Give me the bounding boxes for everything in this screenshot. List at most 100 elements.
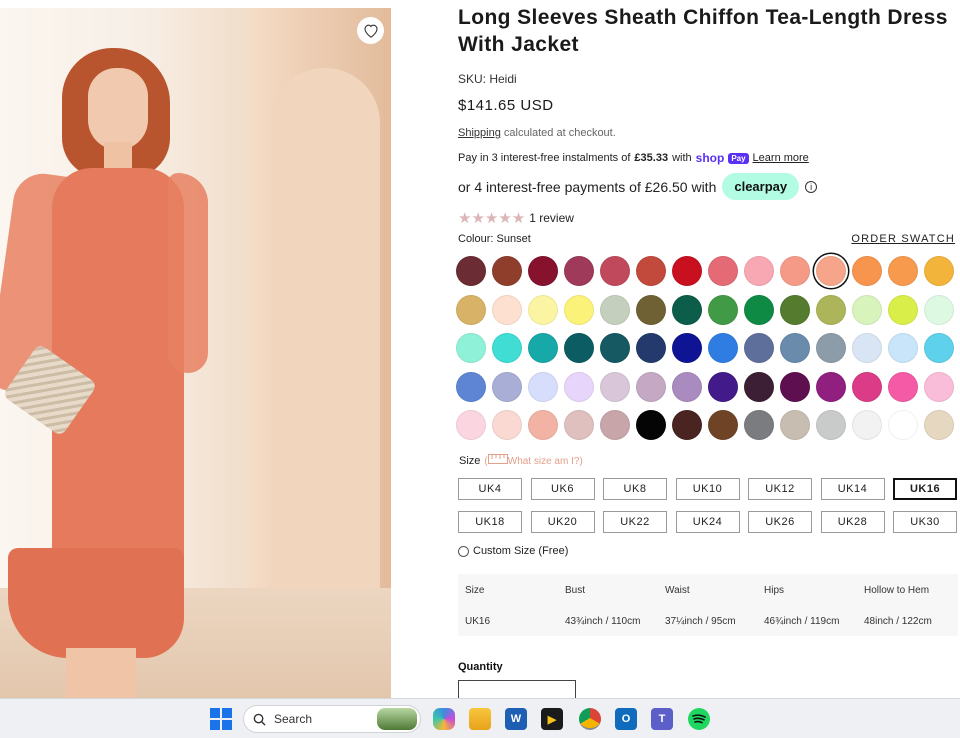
colour-swatch[interactable] <box>672 371 702 402</box>
colour-swatch[interactable] <box>636 410 666 441</box>
size-option-button[interactable]: UK26 <box>748 511 812 533</box>
colour-swatch[interactable] <box>528 256 558 286</box>
colour-swatch[interactable] <box>744 294 774 325</box>
colour-swatch[interactable] <box>780 294 810 325</box>
size-option-button[interactable]: UK22 <box>603 511 667 533</box>
colour-swatch[interactable] <box>492 256 522 286</box>
colour-swatch[interactable] <box>600 333 630 364</box>
colour-swatch[interactable] <box>924 410 954 441</box>
colour-swatch[interactable] <box>816 294 846 325</box>
colour-swatch[interactable] <box>528 333 558 364</box>
colour-swatch[interactable] <box>600 256 630 286</box>
colour-swatch[interactable] <box>564 333 594 364</box>
size-option-button[interactable]: UK16 <box>893 478 957 500</box>
rating-row[interactable]: ★★★★★ 1 review <box>458 209 574 227</box>
colour-swatch[interactable] <box>528 294 558 325</box>
colour-swatch[interactable] <box>636 256 666 286</box>
size-option-button[interactable]: UK4 <box>458 478 522 500</box>
colour-swatch[interactable] <box>816 410 846 441</box>
colour-swatch[interactable] <box>888 294 918 325</box>
colour-swatch[interactable] <box>456 410 486 441</box>
colour-swatch[interactable] <box>456 371 486 402</box>
colour-swatch[interactable] <box>888 410 918 441</box>
colour-swatch[interactable] <box>528 371 558 402</box>
colour-swatch[interactable] <box>816 256 846 286</box>
size-option-button[interactable]: UK10 <box>675 478 740 500</box>
size-option-button[interactable]: UK8 <box>603 478 667 500</box>
size-help-link[interactable]: (What size am I?) <box>484 454 583 467</box>
teams-icon[interactable]: T <box>651 708 673 730</box>
colour-swatch[interactable] <box>924 294 954 325</box>
colour-swatch[interactable] <box>492 333 522 364</box>
colour-swatch[interactable] <box>852 410 882 441</box>
colour-swatch[interactable] <box>888 256 918 286</box>
copilot-icon[interactable] <box>433 708 455 730</box>
size-option-button[interactable]: UK30 <box>893 511 957 533</box>
colour-swatch[interactable] <box>672 333 702 364</box>
colour-swatch[interactable] <box>708 371 738 402</box>
spotify-icon[interactable] <box>688 708 710 730</box>
colour-swatch[interactable] <box>456 333 486 364</box>
colour-swatch[interactable] <box>636 333 666 364</box>
colour-swatch[interactable] <box>708 294 738 325</box>
colour-swatch[interactable] <box>708 256 738 286</box>
custom-size-radio[interactable] <box>458 545 469 557</box>
size-option-button[interactable]: UK20 <box>530 511 595 533</box>
colour-swatch[interactable] <box>924 371 954 402</box>
colour-swatch[interactable] <box>456 256 486 286</box>
colour-swatch[interactable] <box>708 333 738 364</box>
order-swatch-link[interactable]: ORDER SWATCH <box>851 233 955 245</box>
colour-swatch[interactable] <box>744 371 774 402</box>
wishlist-button[interactable] <box>357 17 384 44</box>
colour-swatch[interactable] <box>780 410 810 441</box>
colour-swatch[interactable] <box>924 333 954 364</box>
colour-swatch[interactable] <box>636 371 666 402</box>
colour-swatch[interactable] <box>852 371 882 402</box>
size-option-button[interactable]: UK12 <box>748 478 812 500</box>
file-explorer-icon[interactable] <box>469 708 491 730</box>
colour-swatch[interactable] <box>744 333 774 364</box>
colour-swatch[interactable] <box>888 333 918 364</box>
taskbar-search[interactable]: Search <box>243 705 421 733</box>
colour-swatch[interactable] <box>852 256 882 286</box>
colour-swatch[interactable] <box>672 256 702 286</box>
shipping-link[interactable]: Shipping <box>458 127 501 139</box>
colour-swatch[interactable] <box>528 410 558 441</box>
word-icon[interactable]: W <box>505 708 527 730</box>
colour-swatch[interactable] <box>636 294 666 325</box>
media-player-icon[interactable]: ▶ <box>541 708 563 730</box>
custom-size-option[interactable]: Custom Size (Free) <box>458 545 568 557</box>
size-option-button[interactable]: UK18 <box>458 511 522 533</box>
colour-swatch[interactable] <box>456 294 486 325</box>
size-option-button[interactable]: UK28 <box>820 511 885 533</box>
colour-swatch[interactable] <box>816 371 846 402</box>
size-option-button[interactable]: UK6 <box>530 478 595 500</box>
colour-swatch[interactable] <box>672 410 702 441</box>
colour-swatch[interactable] <box>564 256 594 286</box>
colour-swatch[interactable] <box>564 294 594 325</box>
colour-swatch[interactable] <box>492 294 522 325</box>
outlook-icon[interactable]: O <box>615 708 637 730</box>
windows-start-icon[interactable] <box>210 708 232 730</box>
colour-swatch[interactable] <box>888 371 918 402</box>
colour-swatch[interactable] <box>852 333 882 364</box>
colour-swatch[interactable] <box>852 294 882 325</box>
info-icon[interactable]: i <box>805 180 818 193</box>
colour-swatch[interactable] <box>816 333 846 364</box>
colour-swatch[interactable] <box>600 294 630 325</box>
size-option-button[interactable]: UK14 <box>820 478 885 500</box>
colour-swatch[interactable] <box>780 371 810 402</box>
colour-swatch[interactable] <box>780 256 810 286</box>
chrome-icon[interactable] <box>579 708 601 730</box>
colour-swatch[interactable] <box>564 371 594 402</box>
colour-swatch[interactable] <box>600 371 630 402</box>
colour-swatch[interactable] <box>564 410 594 441</box>
colour-swatch[interactable] <box>780 333 810 364</box>
colour-swatch[interactable] <box>492 371 522 402</box>
product-image[interactable] <box>0 8 391 698</box>
colour-swatch[interactable] <box>600 410 630 441</box>
colour-swatch[interactable] <box>492 410 522 441</box>
colour-swatch[interactable] <box>708 410 738 441</box>
colour-swatch[interactable] <box>744 410 774 441</box>
size-option-button[interactable]: UK24 <box>675 511 740 533</box>
